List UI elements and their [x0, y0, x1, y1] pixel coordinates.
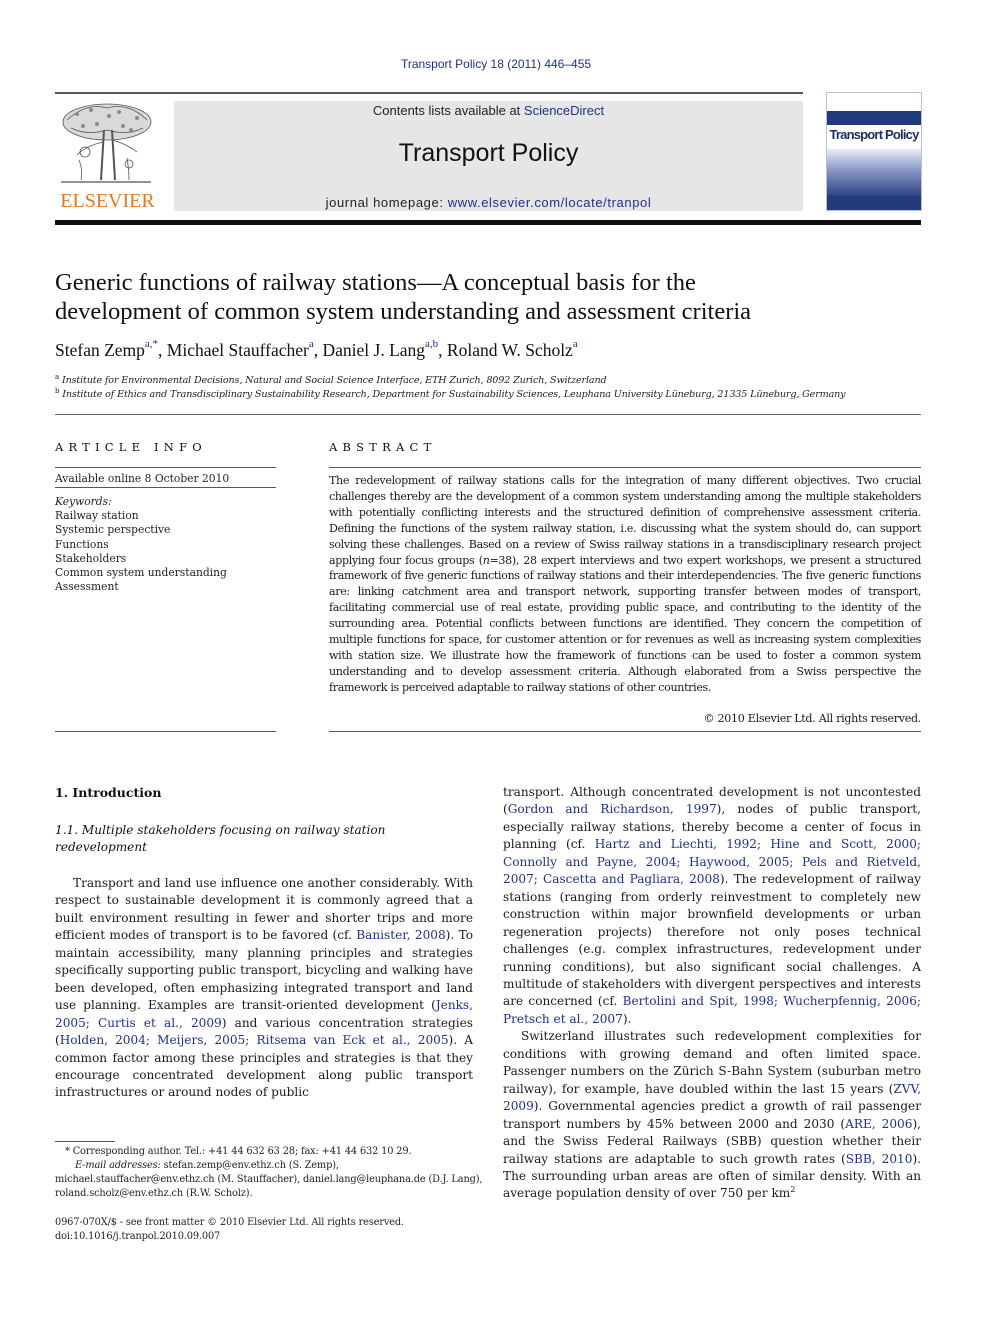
citation-link[interactable]: SBB, 2010 [846, 1152, 913, 1166]
body-text: ). [622, 1011, 632, 1026]
running-head-citation[interactable]: Transport Policy 18 (2011) 446–455 [0, 57, 992, 71]
keywords-list: Railway station Systemic perspective Fun… [55, 509, 227, 595]
body-paragraph: Switzerland illustrates such redevelopme… [503, 1028, 921, 1203]
contents-prefix: Contents lists available at [372, 103, 524, 118]
keyword-item: Assessment [55, 580, 119, 594]
elsevier-logo[interactable]: ELSEVIER [55, 100, 160, 212]
keyword-item: Railway station [55, 509, 139, 522]
abstract-text: The redevelopment of railway stations ca… [329, 473, 921, 696]
masthead-top-rule [55, 92, 803, 94]
affiliation-b: b Institute of Ethics and Transdisciplin… [55, 387, 935, 400]
journal-homepage-line: journal homepage: www.elsevier.com/locat… [174, 195, 803, 210]
affiliation-text: Institute for Environmental Decisions, N… [61, 375, 607, 387]
affiliation-text: Institute of Ethics and Transdisciplinar… [62, 389, 846, 401]
body-paragraph: Transport and land use influence one ano… [55, 875, 473, 1102]
body-text: ). The redevelopment of railway stations… [503, 872, 921, 1009]
author-separator: , [438, 340, 447, 360]
article-info-rule [55, 487, 276, 488]
superscript: 2 [790, 1185, 796, 1195]
affiliation-mark: b [55, 387, 60, 395]
body-text: Switzerland illustrates such redevelopme… [503, 1029, 921, 1096]
abstract-rule [329, 731, 921, 732]
author-affiliation-mark[interactable]: a,b [425, 338, 438, 350]
abstract-text-part: =38), 28 expert interviews and two exper… [329, 553, 922, 694]
author-name: Stefan Zemp [55, 340, 145, 360]
contents-line: Contents lists available at ScienceDirec… [174, 103, 803, 118]
keyword-item: Common system understanding [55, 566, 227, 580]
footnote-rule [55, 1141, 115, 1142]
keyword-item: Stakeholders [55, 551, 127, 565]
email-label: E-mail addresses: [75, 1160, 161, 1171]
author-list: Stefan Zempa,*, Michael Stauffachera, Da… [55, 338, 935, 361]
journal-cover-image[interactable]: Transport Policy [826, 92, 922, 211]
email-addresses-note: E-mail addresses: stefan.zemp@env.ethz.c… [55, 1159, 485, 1201]
doi-link[interactable]: doi:10.1016/j.tranpol.2010.09.007 [55, 1230, 485, 1244]
journal-homepage-link[interactable]: www.elsevier.com/locate/tranpol [448, 195, 652, 210]
masthead-thick-rule [55, 220, 921, 225]
affiliation-mark: a [55, 373, 60, 381]
article-info-heading: ARTICLE INFO [55, 440, 207, 454]
article-info-rule [55, 467, 276, 468]
abstract-copyright: © 2010 Elsevier Ltd. All rights reserved… [703, 712, 922, 725]
article-title-line-1: Generic functions of railway stations—A … [55, 269, 696, 296]
citation-link[interactable]: Banister, 2008 [356, 928, 445, 942]
abstract-rule [329, 467, 921, 468]
journal-name: Transport Policy [398, 139, 579, 167]
cover-photo [827, 149, 921, 197]
footnotes: * Corresponding author. Tel.: +41 44 632… [55, 1145, 485, 1201]
keyword-item: Systemic perspective [55, 523, 171, 537]
article-info-rule [55, 731, 276, 732]
author-name: Daniel J. Lang [322, 340, 426, 360]
front-matter-line: 0967-070X/$ - see front matter © 2010 El… [55, 1217, 405, 1228]
article-title-line-2: development of common system understandi… [55, 298, 752, 325]
citation-link[interactable]: Holden, 2004; Meijers, 2005; Ritsema van… [60, 1033, 449, 1047]
keyword-item: Functions [55, 537, 109, 551]
author-affiliation-mark[interactable]: a,* [145, 338, 158, 350]
sciencedirect-link[interactable]: ScienceDirect [524, 103, 604, 118]
author-name: Roland W. Scholz [446, 340, 573, 360]
body-paragraph: transport. Although concentrated develop… [503, 784, 921, 1028]
journal-masthead: Contents lists available at ScienceDirec… [174, 101, 803, 211]
title-divider [55, 414, 921, 415]
front-matter: 0967-070X/$ - see front matter © 2010 El… [55, 1216, 485, 1244]
citation-link[interactable]: ARE, 2006 [845, 1117, 912, 1131]
section-heading: 1. Introduction [55, 785, 162, 800]
elsevier-tree-icon [61, 103, 152, 183]
homepage-prefix: journal homepage: [325, 195, 448, 210]
author-affiliation-mark[interactable]: a [573, 338, 578, 350]
body-column-left: Transport and land use influence one ano… [55, 875, 473, 1102]
available-online-date: Available online 8 October 2010 [55, 472, 230, 485]
cover-title: Transport Policy [829, 127, 919, 142]
affiliation-a: a Institute for Environmental Decisions,… [55, 373, 935, 386]
citation-link[interactable]: Gordon and Richardson, 1997 [508, 802, 717, 816]
body-column-right: transport. Although concentrated develop… [503, 784, 921, 1203]
article-title: Generic functions of railway stations—A … [55, 268, 935, 326]
keywords-label: Keywords: [55, 495, 112, 508]
author-name: Michael Stauffacher [166, 340, 309, 360]
author-affiliation-mark[interactable]: a [309, 338, 314, 350]
cover-header-band [827, 111, 921, 125]
author-separator: , [158, 340, 167, 360]
elsevier-wordmark: ELSEVIER [60, 190, 155, 212]
abstract-heading: ABSTRACT [329, 440, 437, 454]
cover-footer-band [827, 196, 921, 210]
subsection-heading: 1.1. Multiple stakeholders focusing on r… [55, 823, 386, 854]
corresponding-author-note: * Corresponding author. Tel.: +41 44 632… [65, 1146, 412, 1157]
